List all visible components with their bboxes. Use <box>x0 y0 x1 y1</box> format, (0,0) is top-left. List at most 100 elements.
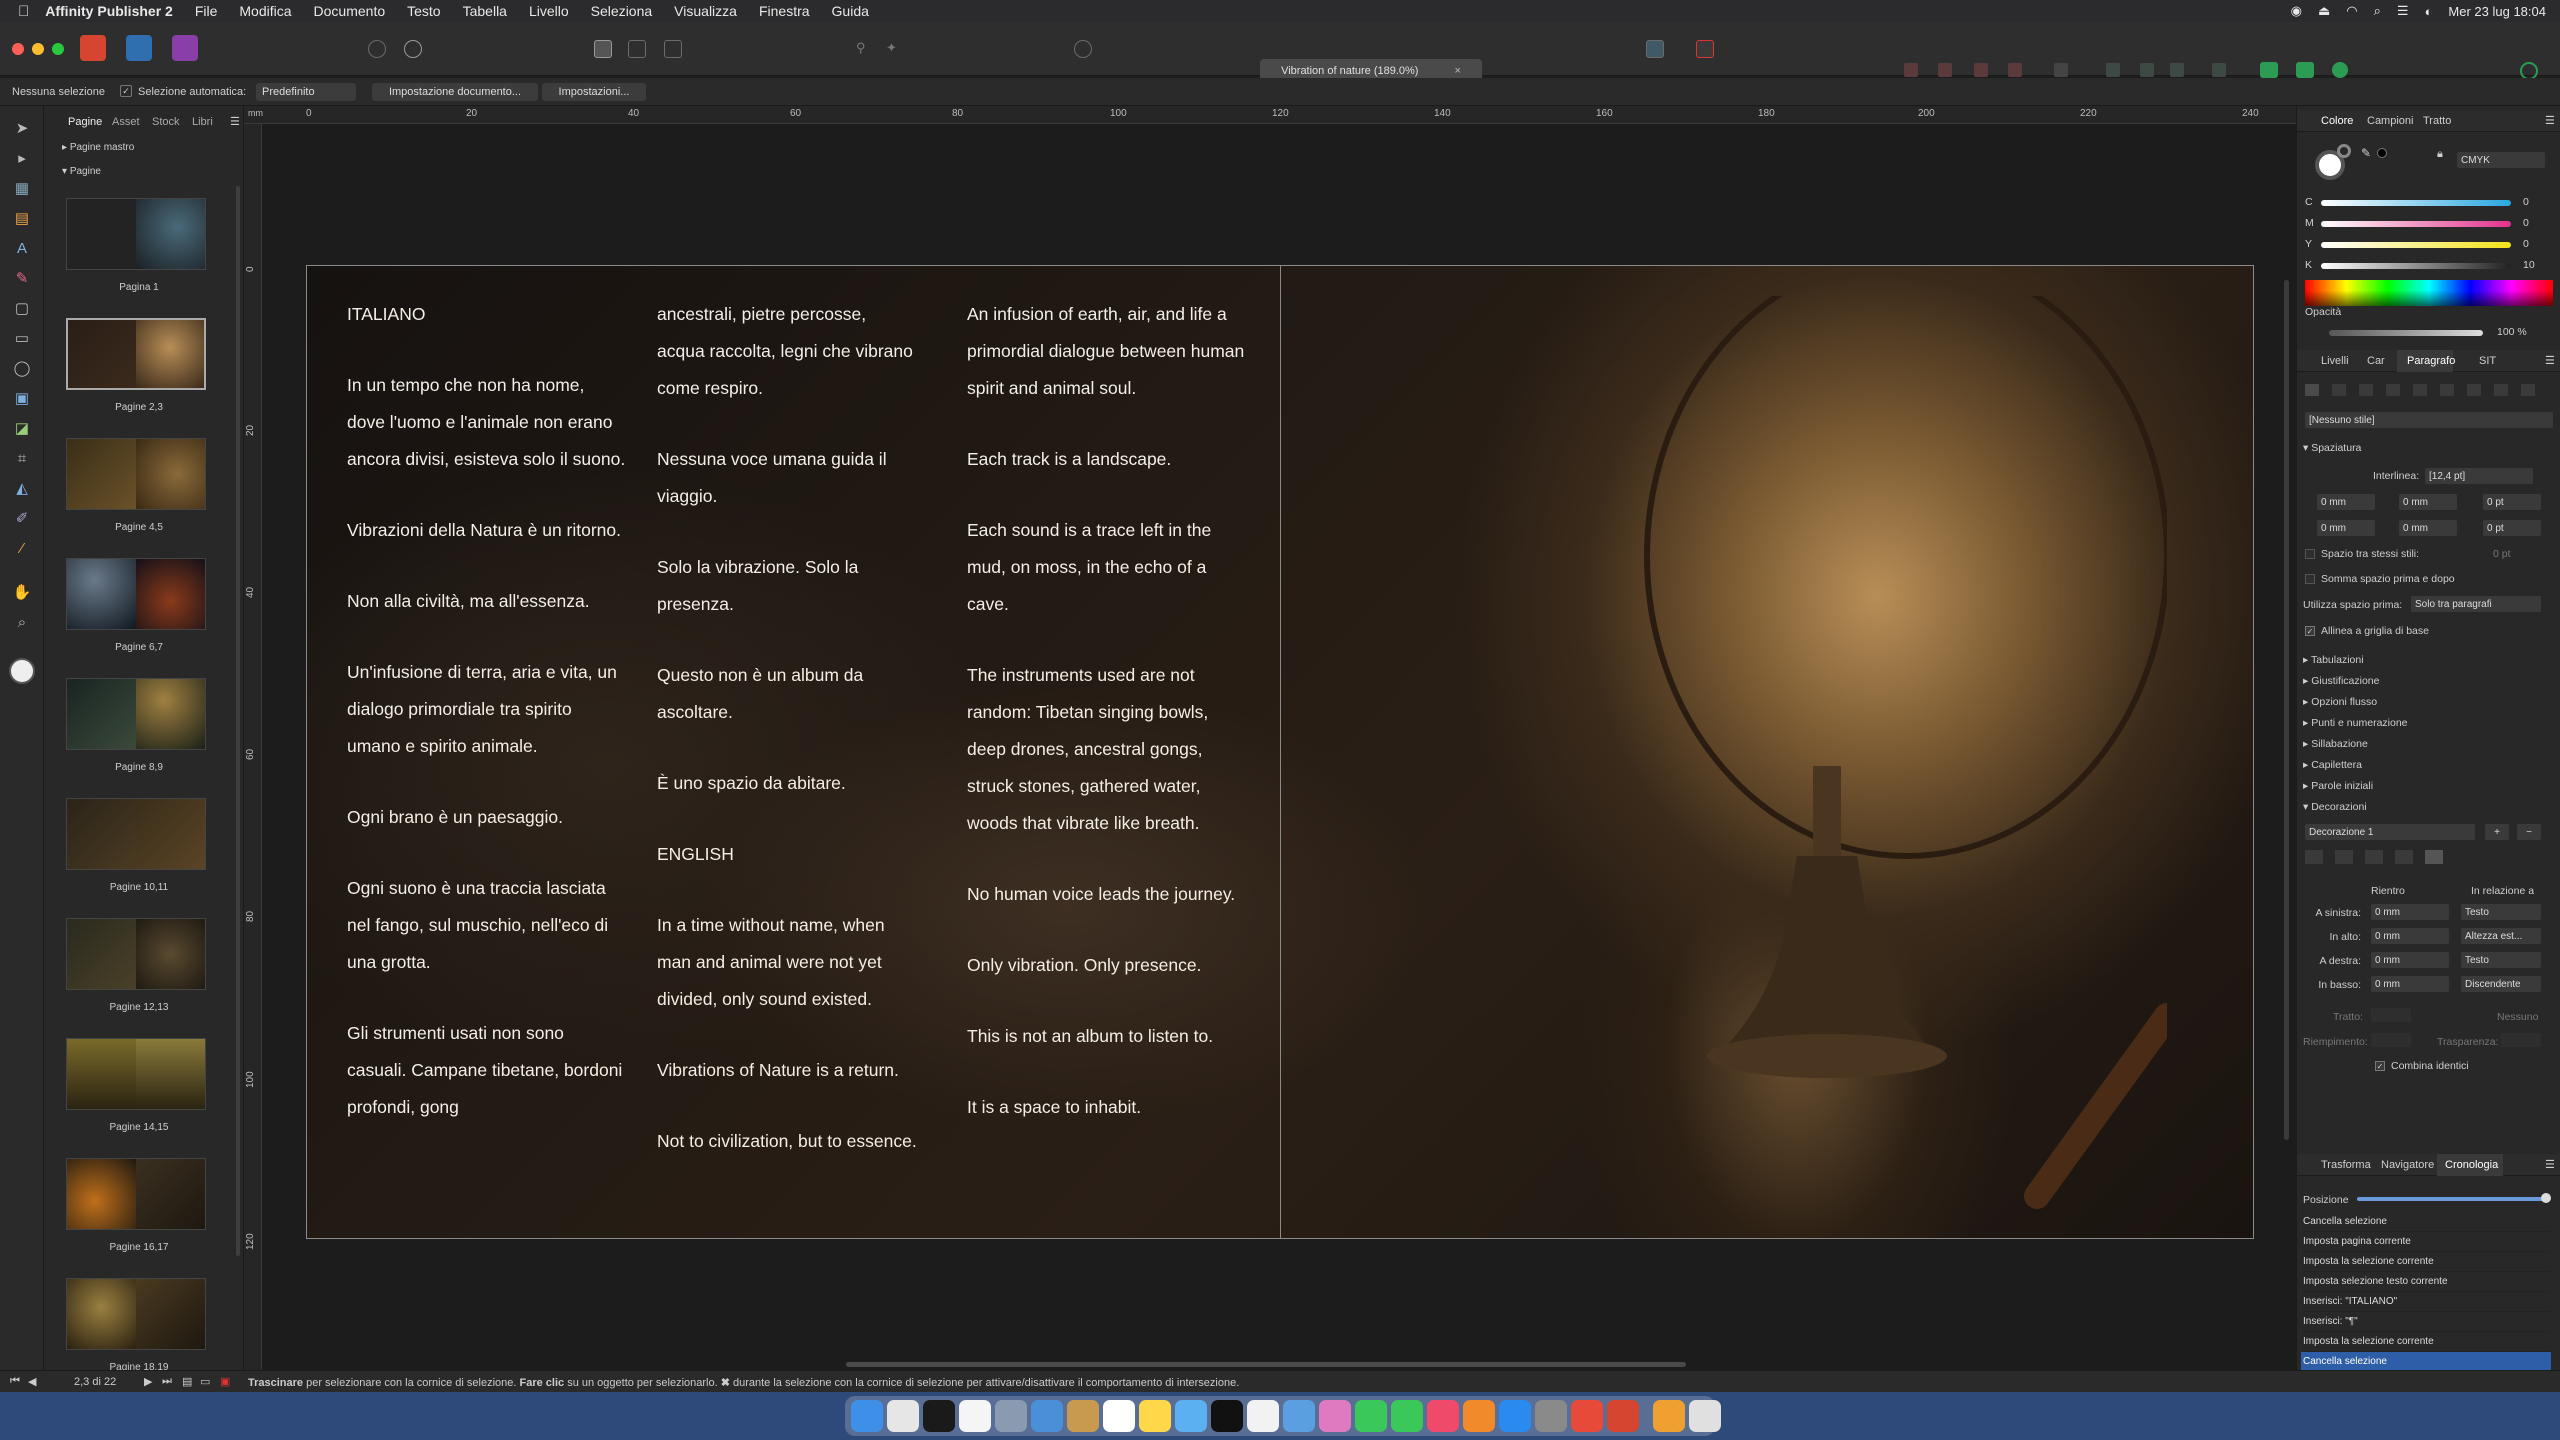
history-item[interactable]: Inserisci: "¶" <box>2301 1312 2551 1332</box>
contacts-icon[interactable] <box>1067 1400 1099 1432</box>
spacing-section-header[interactable]: ▾ Spaziatura <box>2303 442 2361 454</box>
page-thumbnail[interactable] <box>66 678 206 750</box>
window-close-button[interactable] <box>12 43 24 55</box>
sum-space-checkbox[interactable] <box>2305 574 2315 584</box>
decoration-dropdown[interactable]: Decorazione 1 <box>2305 824 2475 840</box>
space-before-field[interactable]: 0 pt <box>2483 494 2541 510</box>
pages-scrollbar[interactable] <box>236 186 240 1256</box>
deco-stroke-swatch[interactable] <box>2371 1008 2411 1022</box>
view-mode-icon[interactable] <box>594 40 612 58</box>
wifi-icon[interactable]: ◠ <box>2346 3 2357 19</box>
deco-stroke-value[interactable]: Nessuno <box>2497 1011 2538 1023</box>
deco-top-field[interactable]: 0 mm <box>2371 928 2449 944</box>
app-store-icon[interactable] <box>1499 1400 1531 1432</box>
masters-section[interactable]: ▸ Pagine mastro <box>62 142 134 153</box>
messages-icon[interactable] <box>1355 1400 1387 1432</box>
zoom-tool-icon[interactable]: ⌕ <box>12 612 32 632</box>
align-left-icon[interactable] <box>2305 384 2319 396</box>
align-right-icon[interactable] <box>2359 384 2373 396</box>
history-item[interactable]: Imposta selezione testo corrente <box>2301 1272 2551 1292</box>
preview-icon[interactable] <box>1689 1400 1721 1432</box>
channel-value[interactable]: 0 <box>2523 196 2529 208</box>
combine-checkbox[interactable]: ✓ <box>2375 1061 2385 1071</box>
artistic-text-tool-icon[interactable]: A <box>12 238 32 258</box>
auto-select-dropdown[interactable]: Predefinito <box>256 83 356 101</box>
transform-icon[interactable] <box>2212 63 2226 77</box>
deco-right-field[interactable]: 0 mm <box>2371 952 2449 968</box>
magenta-slider[interactable] <box>2321 221 2511 227</box>
menu-seleziona[interactable]: Seleziona <box>591 3 653 19</box>
reminders-icon[interactable] <box>1247 1400 1279 1432</box>
rotate-icon[interactable] <box>2170 63 2184 77</box>
menu-file[interactable]: File <box>195 3 218 19</box>
page-view-icon[interactable]: ▤ <box>182 1375 192 1388</box>
flip-horizontal-icon[interactable] <box>2106 63 2120 77</box>
history-item-selected[interactable]: Cancella selezione <box>2301 1352 2551 1372</box>
eyedropper-icon[interactable]: ✎ <box>2361 146 2371 160</box>
text-column-italian[interactable]: ITALIANO In un tempo che non ha nome, do… <box>347 296 627 1160</box>
chatgpt-icon[interactable] <box>923 1400 955 1432</box>
photos-icon[interactable] <box>1319 1400 1351 1432</box>
decoration-top-icon[interactable] <box>2335 850 2353 864</box>
panel-menu-icon[interactable]: ☰ <box>2545 1158 2555 1171</box>
tab-stock[interactable]: Stock <box>152 116 180 128</box>
menu-testo[interactable]: Testo <box>407 3 440 19</box>
page-spread[interactable]: ITALIANO In un tempo che non ha nome, do… <box>306 265 2254 1239</box>
flip-vertical-icon[interactable] <box>2140 63 2154 77</box>
crop-tool-icon[interactable]: ⌗ <box>12 448 32 468</box>
tab-campioni[interactable]: Campioni <box>2367 115 2413 127</box>
first-line-indent-field[interactable]: 0 mm <box>2399 494 2457 510</box>
cyan-slider[interactable] <box>2321 200 2511 206</box>
books-icon[interactable] <box>1463 1400 1495 1432</box>
app-name-menu[interactable]: Affinity Publisher 2 <box>45 3 173 19</box>
menu-documento[interactable]: Documento <box>314 3 386 19</box>
designer-persona-icon[interactable] <box>126 35 152 61</box>
tab-trasforma[interactable]: Trasforma <box>2321 1159 2371 1171</box>
baseline-checkbox[interactable]: ✓ <box>2305 626 2315 636</box>
deco-transparency-swatch[interactable] <box>2501 1033 2541 1047</box>
left-indent-field[interactable]: 0 mm <box>2317 494 2375 510</box>
menu-livello[interactable]: Livello <box>529 3 569 19</box>
tab-livelli[interactable]: Livelli <box>2321 355 2349 367</box>
justify-right-icon[interactable] <box>2440 384 2454 396</box>
pages-section[interactable]: ▾ Pagine <box>62 166 101 177</box>
last-page-icon[interactable]: ⏭ <box>162 1375 172 1388</box>
siri-icon[interactable]: ◐ <box>2425 4 2433 19</box>
tab-cronologia[interactable]: Cronologia <box>2437 1154 2503 1176</box>
text-column-mixed[interactable]: ancestrali, pietre percosse, acqua racco… <box>657 296 917 1194</box>
channel-value[interactable]: 0 <box>2523 217 2529 229</box>
channel-value[interactable]: 0 <box>2523 238 2529 250</box>
safari-icon[interactable] <box>887 1400 919 1432</box>
section-punti-numerazione[interactable]: ▸ Punti e numerazione <box>2303 717 2408 729</box>
settings-button[interactable]: Impostazioni... <box>542 83 646 101</box>
page-thumbnail[interactable] <box>66 798 206 870</box>
add-decoration-button[interactable]: + <box>2485 824 2509 840</box>
pages-icon[interactable] <box>959 1400 991 1432</box>
deco-top-relative[interactable]: Altezza est... <box>2461 928 2541 944</box>
align-center-icon[interactable] <box>2332 384 2346 396</box>
page-thumbnail[interactable] <box>66 1278 206 1350</box>
color-picker-tool-icon[interactable]: ⁄ <box>12 538 32 558</box>
key-slider[interactable] <box>2321 263 2511 269</box>
maps-icon[interactable] <box>1175 1400 1207 1432</box>
same-style-value[interactable]: 0 pt <box>2493 548 2511 560</box>
deco-fill-swatch[interactable] <box>2371 1033 2411 1047</box>
settings-gear-icon[interactable] <box>404 40 422 58</box>
mail-icon[interactable] <box>1031 1400 1063 1432</box>
color-spectrum[interactable] <box>2305 280 2553 306</box>
publisher-persona-icon[interactable] <box>80 35 106 61</box>
share-icon[interactable] <box>368 40 386 58</box>
history-item[interactable]: Imposta pagina corrente <box>2301 1232 2551 1252</box>
paragraph-style-dropdown[interactable]: [Nessuno stile] <box>2305 412 2553 428</box>
justify-left-icon[interactable] <box>2386 384 2400 396</box>
document-setup-button[interactable]: Impostazione documento... <box>372 83 538 101</box>
stroke-swatch[interactable] <box>2337 144 2351 158</box>
node-tool-icon[interactable]: ▸ <box>12 148 32 168</box>
section-parole-iniziali[interactable]: ▸ Parole iniziali <box>2303 780 2373 792</box>
freeform-icon[interactable] <box>1283 1400 1315 1432</box>
transparency-tool-icon[interactable]: ◭ <box>12 478 32 498</box>
opacity-value[interactable]: 100 % <box>2497 326 2527 338</box>
deco-left-relative[interactable]: Testo <box>2461 904 2541 920</box>
panel-menu-icon[interactable]: ☰ <box>230 115 240 128</box>
vlc-icon[interactable] <box>1653 1400 1685 1432</box>
